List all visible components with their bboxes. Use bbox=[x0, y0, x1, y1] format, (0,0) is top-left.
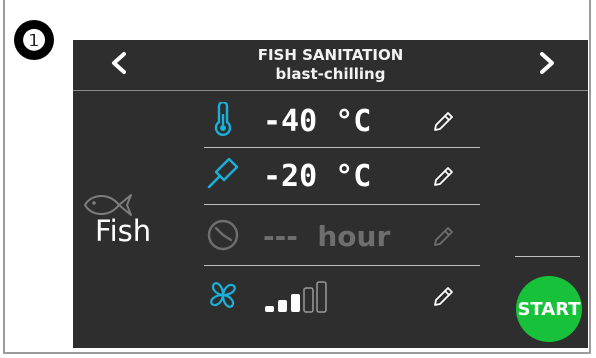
fan-level-bar bbox=[316, 281, 327, 313]
control-panel-screen: FISH SANITATION blast-chilling Fish -40 … bbox=[73, 40, 588, 348]
time-number: --- bbox=[263, 220, 298, 253]
fan-level-bar bbox=[278, 300, 287, 312]
fan-icon bbox=[210, 282, 236, 308]
chevron-right-icon[interactable] bbox=[535, 48, 559, 78]
program-title: FISH SANITATION bbox=[257, 46, 404, 64]
fan-speed-level[interactable] bbox=[263, 280, 333, 314]
fan-level-bar bbox=[291, 294, 300, 312]
pencil-icon[interactable] bbox=[431, 110, 455, 134]
row-divider bbox=[204, 265, 480, 266]
start-button[interactable]: START bbox=[516, 276, 582, 342]
time-unit: hour bbox=[317, 220, 391, 253]
fan-level-bar bbox=[265, 306, 274, 312]
pencil-icon bbox=[434, 227, 453, 246]
step-badge: ❶ bbox=[14, 20, 54, 60]
clock-icon bbox=[207, 219, 239, 251]
row-divider bbox=[204, 147, 480, 148]
program-subtitle: blast-chilling bbox=[275, 65, 386, 83]
probe-temperature-unit: °C bbox=[335, 159, 372, 194]
chamber-temperature-unit: °C bbox=[335, 104, 372, 139]
pencil-icon[interactable] bbox=[431, 285, 455, 309]
category-label: Fish bbox=[95, 214, 152, 248]
thermometer-icon bbox=[214, 102, 232, 136]
probe-temperature-number: -20 bbox=[263, 159, 318, 194]
fan-level-bar bbox=[303, 287, 314, 313]
start-divider bbox=[515, 256, 580, 257]
chamber-temperature-number: -40 bbox=[263, 104, 318, 139]
pencil-icon[interactable] bbox=[431, 165, 455, 189]
header-divider bbox=[73, 90, 588, 91]
row-divider bbox=[204, 204, 480, 205]
core-probe-icon bbox=[207, 157, 239, 189]
